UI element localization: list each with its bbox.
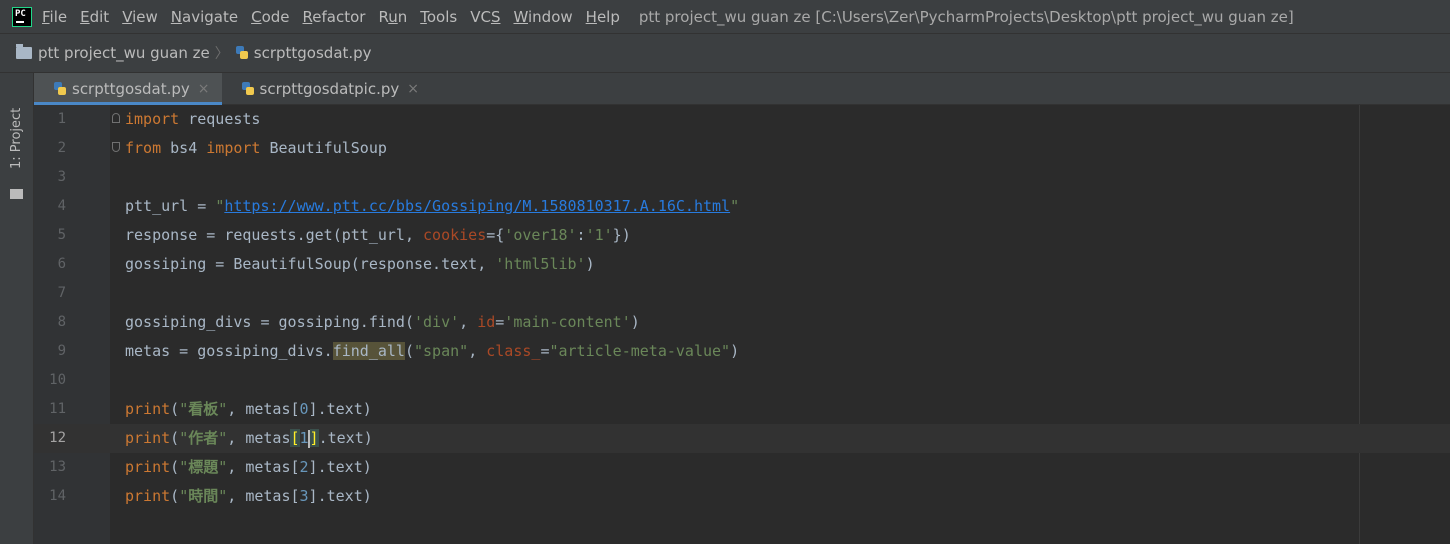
code-text: gossiping = BeautifulSoup(response.text,… [125, 255, 595, 273]
breadcrumb: ptt project_wu guan ze 〉 scrpttgosdat.py [0, 33, 1450, 73]
line-number: 7 [57, 285, 66, 301]
code-line[interactable]: 3 [34, 163, 1450, 192]
menu-help[interactable]: Help [586, 8, 620, 26]
line-number: 9 [57, 343, 66, 359]
tab-scrpttgosdatpic[interactable]: scrpttgosdatpic.py × [222, 73, 431, 104]
project-tool-button[interactable]: 1: Project [9, 108, 24, 169]
line-number: 8 [57, 314, 66, 330]
code-line[interactable]: 10 [34, 366, 1450, 395]
breadcrumb-separator: 〉 [214, 46, 229, 62]
matched-bracket: [ [290, 429, 300, 447]
left-tool-strip: 1: Project [0, 73, 34, 544]
code-line[interactable]: 6 gossiping = BeautifulSoup(response.tex… [34, 250, 1450, 279]
code-text: print("標題", metas[2].text) [125, 458, 372, 476]
line-number: 2 [57, 140, 66, 156]
code-text: response = requests.get(ptt_url, cookies… [125, 226, 631, 244]
code-text: print("作者", metas[1].text) [125, 429, 373, 448]
menu-window[interactable]: Window [513, 8, 572, 26]
python-file-icon [52, 81, 68, 97]
line-number: 14 [49, 488, 66, 504]
menu-edit[interactable]: Edit [80, 8, 109, 26]
line-number: 3 [57, 169, 66, 185]
code-line[interactable]: 1 import requests [34, 105, 1450, 134]
project-folder-icon[interactable] [10, 189, 23, 199]
code-text: ptt_url = "https://www.ptt.cc/bbs/Gossip… [125, 197, 740, 215]
code-line[interactable]: 13 print("標題", metas[2].text) [34, 453, 1450, 482]
folder-icon [16, 44, 32, 59]
code-text: from bs4 import BeautifulSoup [125, 139, 387, 157]
menu-vcs[interactable]: VCS [470, 8, 500, 26]
code-line[interactable]: 14 print("時間", metas[3].text) [34, 482, 1450, 511]
menu-bar: PC File Edit View Navigate Code Refactor… [0, 0, 1450, 33]
line-number: 4 [57, 198, 66, 214]
code-line[interactable]: 4 ptt_url = "https://www.ptt.cc/bbs/Goss… [34, 192, 1450, 221]
python-file-icon [234, 45, 250, 61]
url-link[interactable]: https://www.ptt.cc/bbs/Gossiping/M.15808… [224, 197, 730, 215]
usage-highlight: find_all [332, 342, 405, 360]
fold-icon[interactable] [112, 142, 120, 152]
code-text: print("看板", metas[0].text) [125, 400, 372, 418]
line-number: 10 [49, 372, 66, 388]
line-number: 5 [57, 227, 66, 243]
code-text: metas = gossiping_divs.find_all("span", … [125, 342, 740, 360]
line-number: 13 [49, 459, 66, 475]
line-number: 11 [49, 401, 66, 417]
line-number: 1 [57, 111, 66, 127]
editor-tab-bar: scrpttgosdat.py × scrpttgosdatpic.py × [34, 73, 1450, 105]
window-title: ptt project_wu guan ze [C:\Users\Zer\Pyc… [638, 7, 1294, 26]
tab-label: scrpttgosdatpic.py [259, 79, 400, 98]
code-text: print("時間", metas[3].text) [125, 487, 372, 505]
code-text: gossiping_divs = gossiping.find('div', i… [125, 313, 640, 331]
fold-icon[interactable] [112, 113, 120, 123]
python-file-icon [240, 81, 256, 97]
code-text: import requests [125, 110, 261, 128]
menu-code[interactable]: Code [251, 8, 289, 26]
line-number: 6 [57, 256, 66, 272]
code-line[interactable]: 9 metas = gossiping_divs.find_all("span"… [34, 337, 1450, 366]
menu-refactor[interactable]: Refactor [303, 8, 366, 26]
current-code-line[interactable]: 12 print("作者", metas[1].text) [34, 424, 1450, 453]
matched-bracket: ] [309, 429, 319, 447]
code-line[interactable]: 8 gossiping_divs = gossiping.find('div',… [34, 308, 1450, 337]
breadcrumb-file[interactable]: scrpttgosdat.py [254, 44, 372, 62]
breadcrumb-project[interactable]: ptt project_wu guan ze [38, 44, 210, 62]
code-line[interactable]: 2 from bs4 import BeautifulSoup [34, 134, 1450, 163]
code-line[interactable]: 5 response = requests.get(ptt_url, cooki… [34, 221, 1450, 250]
code-line[interactable]: 7 [34, 279, 1450, 308]
tab-label: scrpttgosdat.py [72, 79, 190, 98]
line-number: 12 [49, 430, 66, 446]
close-icon[interactable]: × [198, 81, 210, 97]
code-editor[interactable]: 1 import requests 2 from bs4 import Beau… [34, 105, 1450, 544]
close-icon[interactable]: × [407, 81, 419, 97]
app-icon-text: PC [15, 8, 26, 19]
menu-run[interactable]: Run [378, 8, 407, 26]
menu-view[interactable]: View [122, 8, 158, 26]
code-line[interactable]: 11 print("看板", metas[0].text) [34, 395, 1450, 424]
pycharm-logo-icon[interactable]: PC [12, 6, 32, 27]
menu-tools[interactable]: Tools [420, 8, 457, 26]
menu-navigate[interactable]: Navigate [171, 8, 238, 26]
tab-scrpttgosdat[interactable]: scrpttgosdat.py × [34, 73, 222, 105]
menu-file[interactable]: File [42, 8, 67, 26]
